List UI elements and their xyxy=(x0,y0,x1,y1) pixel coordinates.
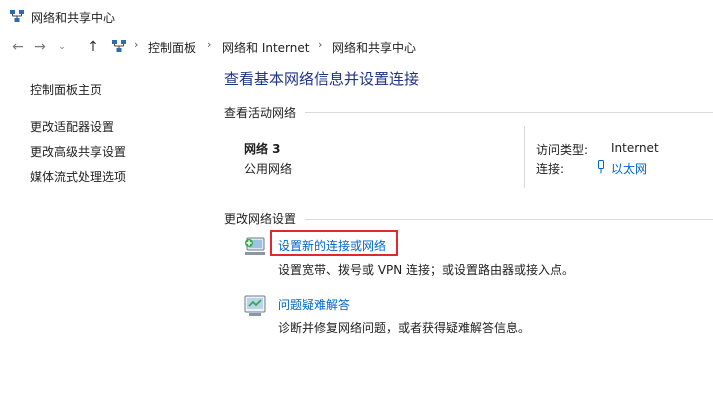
breadcrumb-chevron-icon[interactable]: › xyxy=(207,38,211,51)
page-title: 查看基本网络信息并设置连接 xyxy=(224,70,420,88)
troubleshoot-link[interactable]: 问题疑难解答 xyxy=(278,296,350,313)
troubleshoot-desc: 诊断并修复网络问题，或者获得疑难解答信息。 xyxy=(278,321,531,335)
control-panel-icon xyxy=(112,40,126,52)
ethernet-icon xyxy=(598,160,604,174)
breadcrumb-chevron-icon[interactable]: › xyxy=(318,38,322,51)
highlight-box xyxy=(270,230,398,256)
network-center-icon xyxy=(10,10,24,22)
access-type-label: 访问类型: xyxy=(536,143,589,157)
forward-arrow-icon[interactable]: → xyxy=(31,38,49,56)
access-type-value: Internet xyxy=(611,141,659,155)
section-divider xyxy=(305,219,713,220)
network-vertical-divider xyxy=(524,126,525,188)
up-arrow-icon[interactable]: ↑ xyxy=(84,38,102,56)
breadcrumb-network-internet[interactable]: 网络和 Internet xyxy=(222,39,309,56)
breadcrumb-control-panel[interactable]: 控制面板 xyxy=(148,39,196,56)
connection-ethernet-link[interactable]: 以太网 xyxy=(611,160,647,177)
troubleshoot-icon xyxy=(244,295,266,316)
sidebar-item-advanced-sharing[interactable]: 更改高级共享设置 xyxy=(30,143,126,160)
new-connection-icon xyxy=(245,237,265,255)
recent-dropdown-icon[interactable]: ⌄ xyxy=(53,38,71,56)
network-name: 网络 3 xyxy=(244,142,281,156)
breadcrumb-chevron-icon[interactable]: › xyxy=(134,38,138,51)
breadcrumb-sharing-center[interactable]: 网络和共享中心 xyxy=(332,39,416,56)
connection-label: 连接: xyxy=(536,162,565,176)
active-networks-heading: 查看活动网络 xyxy=(224,106,297,120)
network-type[interactable]: 公用网络 xyxy=(244,160,292,177)
window-title: 网络和共享中心 xyxy=(31,11,116,25)
back-arrow-icon[interactable]: ← xyxy=(9,38,27,56)
title-bar: 网络和共享中心 xyxy=(0,0,713,32)
sidebar-item-media-streaming[interactable]: 媒体流式处理选项 xyxy=(30,168,126,185)
setup-new-connection-desc: 设置宽带、拨号或 VPN 连接；或设置路由器或接入点。 xyxy=(278,263,575,277)
section-divider xyxy=(305,112,713,113)
sidebar-item-adapter-settings[interactable]: 更改适配器设置 xyxy=(30,118,114,135)
sidebar-home-link[interactable]: 控制面板主页 xyxy=(30,81,102,98)
change-settings-heading: 更改网络设置 xyxy=(224,212,297,226)
